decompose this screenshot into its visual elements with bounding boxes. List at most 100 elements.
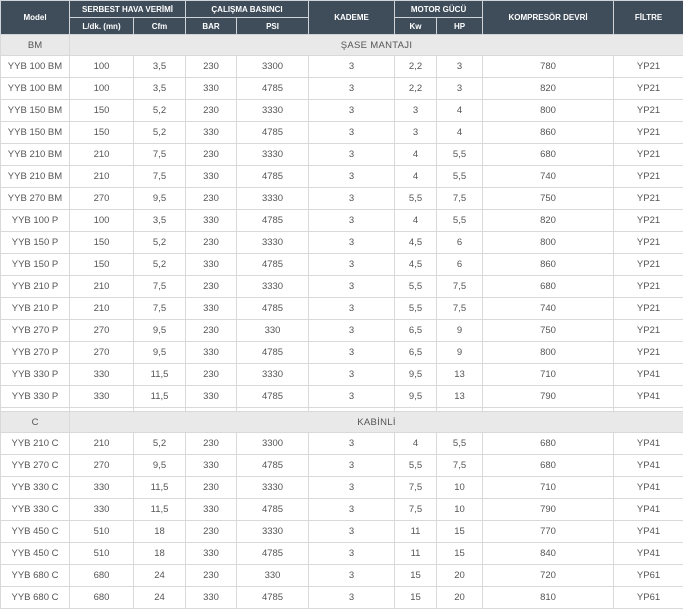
- cell-ldk: 150: [69, 231, 134, 254]
- table-row: YYB 210 C 210 5,2 230 3300 3 4 5,5 680 YP41: [0, 432, 683, 455]
- cell-ldk: 150: [69, 253, 134, 276]
- cell-bar: 230: [185, 476, 238, 499]
- cell-bar: 330: [185, 385, 238, 408]
- cell-kw: 6,5: [394, 341, 438, 364]
- cell-kw: 11: [394, 520, 438, 543]
- cell-kw: 15: [394, 564, 438, 587]
- cell-filtre: YP41: [613, 520, 683, 543]
- cell-kompresor-devri: 680: [482, 143, 615, 166]
- cell-cfm: 7,5: [132, 297, 187, 320]
- table-row: YYB 270 BM 270 9,5 230 3330 3 5,5 7,5 750 YP21: [0, 187, 683, 210]
- cell-model: YYB 210 C: [0, 432, 70, 455]
- cell-hp: 5,5: [436, 165, 484, 188]
- cell-kompresor-devri: 800: [482, 99, 615, 122]
- table-row: YYB 150 BM 150 5,2 330 4785 3 3 4 860 YP21: [0, 121, 683, 144]
- cell-cfm: 5,2: [132, 432, 187, 455]
- cell-kw: 3: [394, 121, 438, 144]
- cell-model: YYB 150 P: [0, 231, 70, 254]
- header-calisma-basinci: ÇALIŞMA BASINCI: [185, 0, 310, 18]
- cell-cfm: 3,5: [132, 77, 187, 100]
- cell-cfm: 5,2: [132, 99, 187, 122]
- cell-psi: 3300: [236, 55, 310, 78]
- cell-cfm: 18: [132, 520, 187, 543]
- cell-bar: 230: [185, 363, 238, 386]
- cell-kompresor-devri: 740: [482, 165, 615, 188]
- cell-cfm: 24: [132, 564, 187, 587]
- cell-kompresor-devri: 810: [482, 586, 615, 609]
- cell-kompresor-devri: 780: [482, 55, 615, 78]
- cell-psi: 4785: [236, 165, 310, 188]
- cell-hp: 6: [436, 253, 484, 276]
- cell-bar: 230: [185, 520, 238, 543]
- cell-psi: 4785: [236, 542, 310, 565]
- cell-kw: 4,5: [394, 253, 438, 276]
- cell-kompresor-devri: 790: [482, 498, 615, 521]
- cell-ldk: 330: [69, 385, 134, 408]
- cell-ldk: 270: [69, 319, 134, 342]
- cell-kademe: 3: [308, 165, 396, 188]
- cell-bar: 230: [185, 432, 238, 455]
- cell-bar: 330: [185, 498, 238, 521]
- cell-model: YYB 330 C: [0, 476, 70, 499]
- cell-cfm: 11,5: [132, 498, 187, 521]
- table-row: YYB 680 C 680 24 330 4785 3 15 20 810 YP61: [0, 586, 683, 609]
- cell-psi: 4785: [236, 297, 310, 320]
- section-label: KABİNLİ: [68, 411, 683, 433]
- table-row: YYB 270 C 270 9,5 330 4785 3 5,5 7,5 680 YP41: [0, 454, 683, 477]
- cell-kw: 4,5: [394, 231, 438, 254]
- cell-cfm: 3,5: [132, 55, 187, 78]
- cell-model: YYB 100 BM: [0, 77, 70, 100]
- cell-kademe: 3: [308, 275, 396, 298]
- table-row: YYB 210 P 210 7,5 230 3330 3 5,5 7,5 680 YP21: [0, 275, 683, 298]
- cell-bar: 330: [185, 454, 238, 477]
- table-row: YYB 330 P 330 11,5 330 4785 3 9,5 13 790 YP41: [0, 385, 683, 408]
- header-hp: HP: [436, 17, 484, 35]
- table-row: YYB 150 BM 150 5,2 230 3330 3 3 4 800 YP21: [0, 99, 683, 122]
- cell-psi: 330: [236, 319, 310, 342]
- cell-kw: 4: [394, 143, 438, 166]
- cell-kompresor-devri: 720: [482, 564, 615, 587]
- table-row: YYB 100 BM 100 3,5 330 4785 3 2,2 3 820 YP21: [0, 77, 683, 100]
- cell-filtre: YP21: [613, 341, 683, 364]
- cell-hp: 10: [436, 498, 484, 521]
- cell-filtre: YP41: [613, 385, 683, 408]
- cell-filtre: YP21: [613, 99, 683, 122]
- cell-kompresor-devri: 820: [482, 77, 615, 100]
- cell-cfm: 11,5: [132, 476, 187, 499]
- cell-cfm: 7,5: [132, 143, 187, 166]
- cell-ldk: 330: [69, 498, 134, 521]
- cell-bar: 230: [185, 275, 238, 298]
- cell-psi: 4785: [236, 341, 310, 364]
- cell-model: YYB 450 C: [0, 520, 70, 543]
- cell-bar: 330: [185, 341, 238, 364]
- table-row: YYB 330 C 330 11,5 230 3330 3 7,5 10 710 YP41: [0, 476, 683, 499]
- section-label: ŞASE MANTAJI: [68, 34, 683, 56]
- cell-bar: 330: [185, 209, 238, 232]
- cell-model: YYB 330 P: [0, 385, 70, 408]
- cell-bar: 230: [185, 187, 238, 210]
- cell-kademe: 3: [308, 231, 396, 254]
- cell-ldk: 270: [69, 454, 134, 477]
- cell-psi: 4785: [236, 498, 310, 521]
- header-kademe: KADEME: [308, 0, 396, 35]
- cell-kademe: 3: [308, 520, 396, 543]
- cell-model: YYB 450 C: [0, 542, 70, 565]
- cell-hp: 4: [436, 99, 484, 122]
- cell-psi: 4785: [236, 385, 310, 408]
- table-row: YYB 100 BM 100 3,5 230 3300 3 2,2 3 780 YP21: [0, 55, 683, 78]
- cell-cfm: 9,5: [132, 341, 187, 364]
- cell-kompresor-devri: 800: [482, 231, 615, 254]
- table-row: YYB 210 BM 210 7,5 330 4785 3 4 5,5 740 YP21: [0, 165, 683, 188]
- table-row: YYB 330 C 330 11,5 330 4785 3 7,5 10 790 YP41: [0, 498, 683, 521]
- cell-filtre: YP21: [613, 121, 683, 144]
- cell-bar: 330: [185, 542, 238, 565]
- cell-model: YYB 270 BM: [0, 187, 70, 210]
- cell-model: YYB 210 BM: [0, 165, 70, 188]
- cell-psi: 4785: [236, 77, 310, 100]
- cell-kw: 4: [394, 209, 438, 232]
- cell-kw: 5,5: [394, 275, 438, 298]
- cell-cfm: 5,2: [132, 121, 187, 144]
- cell-kompresor-devri: 750: [482, 319, 615, 342]
- cell-kademe: 3: [308, 187, 396, 210]
- cell-hp: 6: [436, 231, 484, 254]
